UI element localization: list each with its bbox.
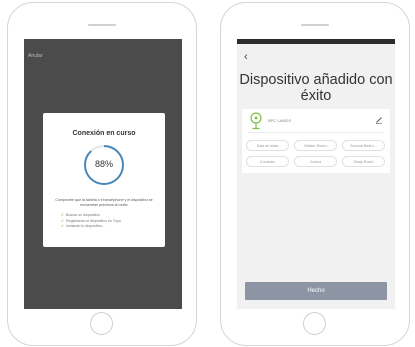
edit-pencil-icon[interactable]	[375, 116, 383, 124]
floor-fan-icon	[250, 112, 262, 130]
progress-percent: 88%	[94, 159, 113, 169]
status-bar	[237, 39, 395, 44]
connecting-screen: Anular Conexión en curso 88% Compruebe q…	[24, 39, 182, 309]
home-button[interactable]	[90, 312, 113, 335]
back-arrow-icon[interactable]: ‹	[244, 52, 248, 63]
connecting-dialog: Conexión en curso 88% Compruebe que la t…	[43, 113, 165, 247]
speaker-slot	[301, 24, 329, 26]
device-name[interactable]: BPC LAMDS	[268, 118, 291, 123]
dialog-title: Conexión en curso	[72, 130, 136, 137]
device-added-screen: ‹ Dispositivo añadido con éxito BPC LAMD…	[237, 39, 395, 309]
device-card: BPC LAMDS Sala de estar Master Room Seco…	[242, 109, 390, 173]
room-chip-dining-room[interactable]: Comedor	[246, 156, 289, 167]
dialog-description: Compruebe que la tableta o el smartphone…	[55, 198, 153, 207]
check-icon: ✔	[61, 224, 65, 229]
phone-frame-right: ‹ Dispositivo añadido con éxito BPC LAMD…	[220, 2, 410, 346]
speaker-slot	[88, 24, 116, 26]
home-button[interactable]	[303, 312, 326, 335]
cancel-link[interactable]: Anular	[28, 53, 42, 59]
page-title: Dispositivo añadido con éxito	[239, 72, 393, 104]
done-button[interactable]: Hecho	[245, 282, 387, 300]
room-chip-study-room[interactable]: Study Room	[342, 156, 385, 167]
step-item: ✔ Iniciando tu dispositivo...	[61, 224, 106, 229]
room-chip-master-room[interactable]: Master Room	[294, 140, 337, 151]
room-chip-living-room[interactable]: Sala de estar	[246, 140, 289, 151]
divider	[248, 132, 384, 133]
step-list: ✔ Buscar un dispositivo ✔ Registrando el d…	[61, 213, 121, 230]
phone-frame-left: Anular Conexión en curso 88% Compruebe q…	[7, 2, 197, 346]
check-icon: ✔	[61, 218, 65, 223]
check-icon: ✔	[61, 213, 65, 217]
room-chip-kitchen[interactable]: Cocina	[294, 156, 337, 167]
room-chip-second-bedroom[interactable]: Second Bedro...	[342, 140, 385, 151]
